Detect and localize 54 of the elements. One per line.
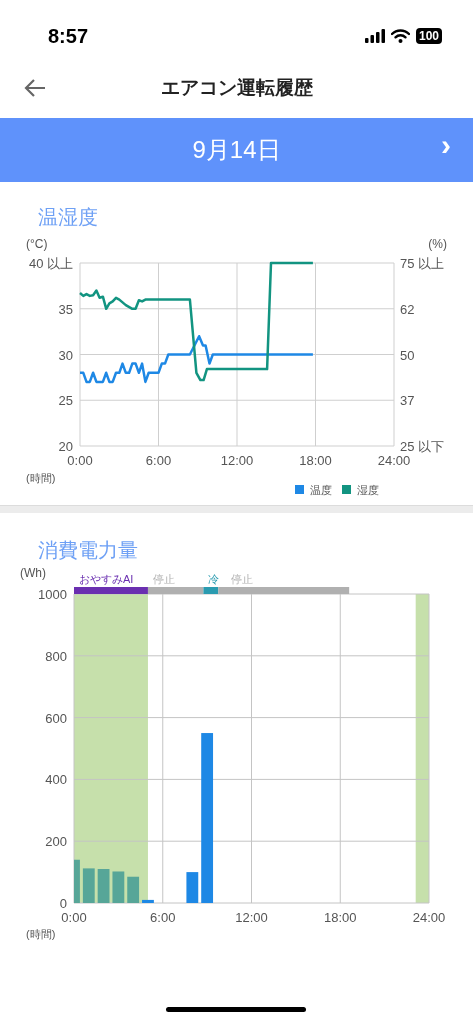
axis-label: 0:00 [61,910,87,925]
mode-label: 停止 [152,573,175,585]
axis-label: 1000 [38,587,67,602]
axis-label: 12:00 [220,453,254,468]
axis-label: 50 [400,347,415,363]
date-label: 9月14日 [192,135,281,165]
bar [112,871,125,903]
axis-label: 62 [400,301,415,317]
legend-swatch [295,485,304,494]
battery-indicator: 100 [415,28,442,44]
axis-label: 0:00 [67,453,93,468]
section-title: 温湿度 [38,205,98,230]
axis-label: 400 [45,772,67,788]
axis-label: 0 [59,896,67,911]
axis-unit: (時間) [26,928,56,940]
axis-label: 75 以上 [400,256,445,271]
axis-unit: (°C) [26,237,48,251]
signal-icon [364,29,385,43]
axis-label: 24:00 [412,910,446,925]
axis-label: 600 [45,710,67,726]
legend-swatch [342,485,351,494]
axis-label: 6:00 [145,453,172,468]
axis-unit: (%) [428,237,447,251]
axis-label: 12:00 [235,910,268,925]
axis-label: 800 [45,648,67,664]
axis-label: 37 [400,393,415,409]
axis-label: 200 [45,834,67,850]
legend-label: 湿度 [357,484,379,496]
legend-label: 温度 [310,484,332,496]
axis-label: 25 以下 [400,439,445,454]
page-title: エアコン運転履歴 [160,75,313,100]
axis-unit: (Wh) [20,566,46,580]
back-arrow-icon[interactable] [24,78,46,98]
wifi-icon [390,29,410,43]
axis-label: 24:00 [377,453,411,468]
bar [74,859,80,903]
axis-label: 6:00 [150,910,176,925]
axis-label: 20 [58,439,73,454]
bar [127,876,140,903]
axis-label: 40 以上 [28,256,73,271]
axis-unit: (時間) [26,472,56,484]
axis-label: 35 [58,301,73,317]
axis-label: 25 [58,393,73,409]
bar [142,899,154,903]
axis-label: 30 [58,347,73,363]
next-day-button[interactable]: › [441,130,451,160]
mode-label: おやすみAI [79,573,134,585]
mode-label: 停止 [231,573,254,585]
mode-label: 冷 [208,573,220,585]
axis-label: 18:00 [299,453,332,468]
section-title: 消費電力量 [38,538,138,563]
status-time: 8:57 [48,24,89,49]
axis-label: 18:00 [324,910,357,925]
bar [186,872,199,903]
